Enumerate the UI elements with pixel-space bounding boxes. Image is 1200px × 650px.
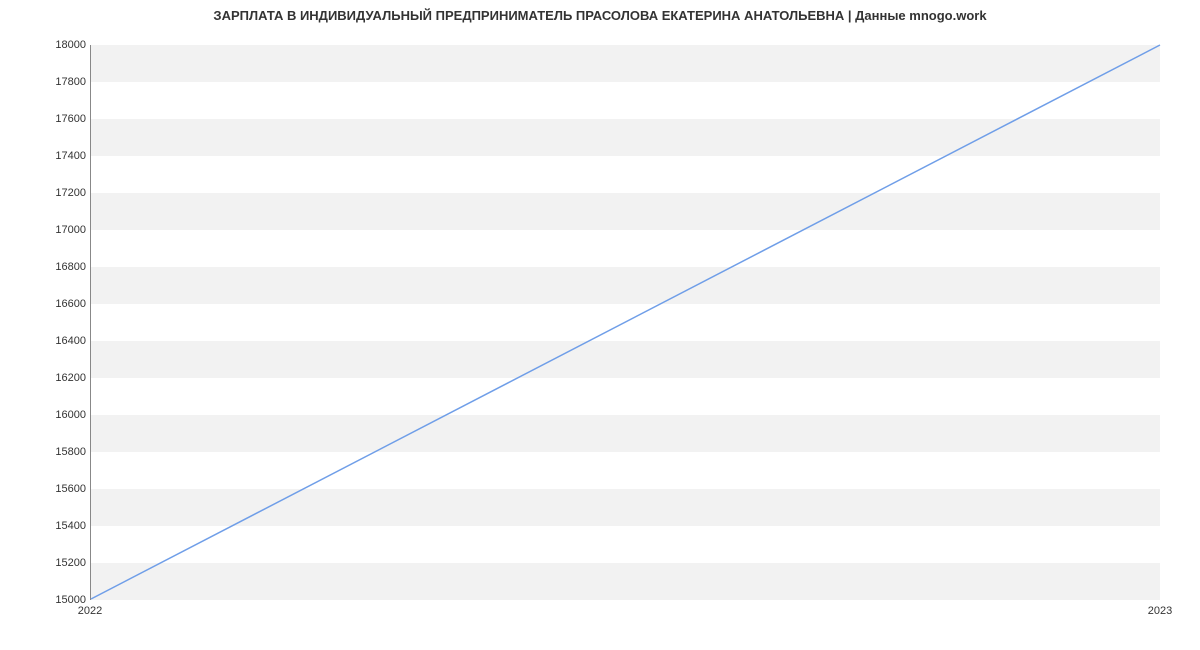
- y-tick-label: 15600: [6, 483, 86, 495]
- y-tick-label: 15200: [6, 557, 86, 569]
- y-tick-label: 15000: [6, 594, 86, 606]
- data-line: [91, 45, 1160, 599]
- plot-area: [90, 45, 1160, 600]
- x-tick-label: 2022: [78, 605, 102, 617]
- y-tick-label: 17000: [6, 224, 86, 236]
- y-tick-label: 15800: [6, 446, 86, 458]
- chart-title: ЗАРПЛАТА В ИНДИВИДУАЛЬНЫЙ ПРЕДПРИНИМАТЕЛ…: [0, 0, 1200, 23]
- x-tick-label: 2023: [1148, 605, 1172, 617]
- y-tick-label: 17600: [6, 113, 86, 125]
- y-tick-label: 17200: [6, 187, 86, 199]
- y-tick-label: 18000: [6, 39, 86, 51]
- y-tick-label: 17800: [6, 76, 86, 88]
- y-tick-label: 16000: [6, 409, 86, 421]
- y-tick-label: 16800: [6, 261, 86, 273]
- y-tick-label: 15400: [6, 520, 86, 532]
- data-line-layer: [91, 45, 1160, 599]
- chart-container: 15000 15200 15400 15600 15800 16000 16200 16400…: [0, 30, 1200, 630]
- y-tick-label: 16200: [6, 372, 86, 384]
- y-tick-label: 16600: [6, 298, 86, 310]
- y-tick-label: 16400: [6, 335, 86, 347]
- y-tick-label: 17400: [6, 150, 86, 162]
